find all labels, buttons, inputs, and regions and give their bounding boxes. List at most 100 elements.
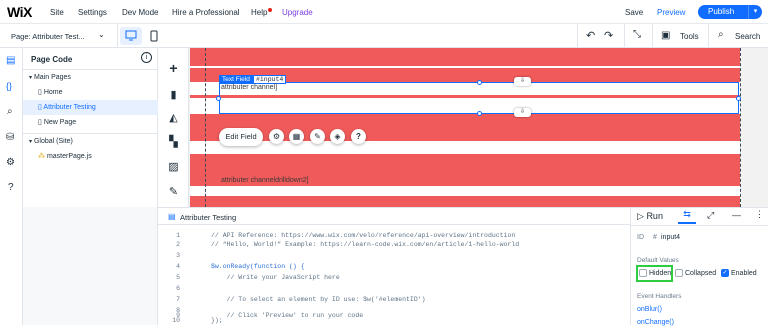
stretch-icon[interactable]: ⇩	[514, 108, 531, 117]
collapsed-checkbox[interactable]: Collapsed	[675, 269, 716, 277]
expand-icon[interactable]: ⤢	[707, 210, 714, 221]
global-site-header[interactable]: ▾ Global (Site)	[23, 134, 158, 149]
tools-icon[interactable]: ▣	[661, 30, 670, 41]
page-selector[interactable]: Page: Attributer Test...	[11, 32, 85, 41]
panel-title: Page Code	[31, 55, 73, 64]
resize-handle[interactable]	[216, 96, 221, 101]
connect-data-icon[interactable]: ◈	[330, 129, 345, 144]
design-icon[interactable]: ◭	[167, 112, 180, 125]
resize-handle[interactable]	[477, 111, 482, 116]
chevron-down-icon: ▾	[29, 75, 33, 81]
search-button[interactable]: Search	[735, 32, 760, 41]
code-line[interactable]: 5 // Write your JavaScript here	[158, 272, 630, 283]
publish-button[interactable]: Publish ▾	[698, 5, 762, 19]
minimize-icon[interactable]: —	[732, 210, 741, 220]
id-input[interactable]: input4	[661, 234, 680, 241]
enabled-checkbox[interactable]: ✓ Enabled	[721, 269, 757, 277]
selection-box[interactable]	[219, 82, 739, 114]
zoom-out-icon[interactable]: ⤡	[633, 29, 641, 40]
properties-tab-icon[interactable]: ⇆	[678, 209, 696, 224]
redo-icon[interactable]: ↷	[604, 29, 613, 42]
check-icon: ✓	[721, 269, 729, 277]
tools-button[interactable]: Tools	[680, 32, 699, 41]
run-button[interactable]: ▷ Run	[637, 211, 663, 222]
page-icon: ▯	[38, 119, 42, 126]
menu-dev-mode[interactable]: Dev Mode	[122, 8, 158, 17]
code-braces-icon[interactable]: {}	[6, 81, 12, 91]
main-pages-label: Main Pages	[33, 74, 71, 81]
line-number: 3	[176, 252, 180, 259]
info-icon[interactable]: i	[141, 52, 152, 63]
help-icon[interactable]: ?	[8, 182, 14, 193]
code-text: // “Hello, World!” Example: https://lear…	[211, 241, 520, 248]
apps-icon[interactable]: ▚	[167, 136, 180, 149]
page-item-home[interactable]: ▯ Home	[23, 85, 158, 100]
resize-handle[interactable]	[477, 80, 482, 85]
code-text: // To select an element by ID use: $w('#…	[211, 296, 426, 303]
edit-field-button[interactable]: Edit Field	[219, 128, 263, 146]
menu-help-label: Help	[251, 8, 268, 17]
packages-icon[interactable]: ⚙	[6, 157, 15, 168]
notification-dot	[268, 8, 273, 12]
top-bar: WiX Site Settings Dev Mode Hire a Profes…	[0, 0, 768, 24]
menu-upgrade[interactable]: Upgrade	[282, 8, 313, 17]
element-type-tag: Text Field	[219, 75, 253, 84]
canvas-strip	[190, 196, 740, 207]
code-line[interactable]: 7 // To select an element by ID use: $w(…	[158, 294, 630, 305]
main-pages-header[interactable]: ▾ Main Pages	[23, 70, 158, 85]
code-line[interactable]: 3	[158, 250, 630, 261]
code-line[interactable]: 2 // “Hello, World!” Example: https://lea…	[158, 239, 630, 250]
element-id-tag: #input4	[253, 75, 287, 84]
page-item-attributer-testing[interactable]: ▯ Attributer Testing	[23, 100, 158, 115]
chevron-down-icon[interactable]: ⌄	[98, 30, 105, 39]
settings-gear-icon[interactable]: ⚙	[269, 129, 284, 144]
menu-settings[interactable]: Settings	[78, 8, 107, 17]
page-label: Attributer Testing	[43, 104, 96, 111]
code-tab-title[interactable]: Attributer Testing	[180, 213, 236, 222]
page-item-new-page[interactable]: ▯ New Page	[23, 115, 158, 130]
event-handlers-label: Event Handlers	[637, 293, 682, 300]
desktop-view-button[interactable]	[120, 27, 142, 45]
save-button[interactable]: Save	[625, 8, 643, 17]
code-line[interactable]: 4 $w.onReady(function () {	[158, 261, 630, 272]
page-files-icon[interactable]: ▤	[6, 55, 15, 66]
chevron-down-icon[interactable]: ▾	[748, 5, 762, 19]
publish-label: Publish	[708, 7, 735, 16]
menu-help[interactable]: Help	[251, 8, 273, 17]
hidden-checkbox[interactable]: Hidden	[639, 269, 671, 277]
database-icon[interactable]: ⛁	[6, 132, 14, 143]
default-values-label: Default Values	[637, 257, 679, 264]
collapsed-label: Collapsed	[685, 269, 717, 277]
menu-hire-professional[interactable]: Hire a Professional	[172, 8, 240, 17]
js-file-icon: ⁂	[38, 153, 45, 160]
pen-icon[interactable]: ✎	[167, 186, 180, 199]
editor-toolbar: Page: Attributer Test... ⌄ ↶ ↷ ⤡ ▣ Tools…	[0, 24, 768, 48]
run-label: Run	[646, 211, 663, 221]
id-label: ID	[637, 234, 644, 241]
undo-icon[interactable]: ↶	[586, 29, 595, 42]
search-icon[interactable]: ⌕	[718, 29, 724, 40]
more-icon[interactable]: ⋮	[755, 209, 764, 220]
help-icon[interactable]: ?	[351, 129, 366, 144]
wix-logo[interactable]: WiX	[7, 4, 32, 20]
search-icon[interactable]: ⌕	[7, 106, 13, 117]
preview-button[interactable]: Preview	[657, 8, 685, 17]
file-item-masterpage[interactable]: ⁂ masterPage.js	[23, 149, 158, 164]
stretch-icon[interactable]: ⇩	[514, 77, 531, 86]
resize-handle[interactable]	[736, 96, 741, 101]
design-brush-icon[interactable]: ✎	[310, 129, 325, 144]
line-number: 7	[176, 296, 180, 303]
media-icon[interactable]: ▨	[167, 161, 180, 174]
code-line[interactable]: 10});	[158, 315, 630, 326]
layout-icon[interactable]: ▦	[289, 129, 304, 144]
pages-icon[interactable]: ▮	[167, 89, 180, 102]
code-line[interactable]: 6	[158, 283, 630, 294]
mobile-view-button[interactable]	[147, 27, 161, 45]
code-text: });	[211, 317, 223, 324]
js-file-icon: ▤	[168, 212, 176, 221]
add-element-icon[interactable]: +	[167, 61, 180, 75]
menu-site[interactable]: Site	[50, 8, 64, 17]
enabled-label: Enabled	[731, 269, 757, 277]
code-text: // Write your JavaScript here	[211, 274, 340, 281]
onblur-handler[interactable]: onBlur()	[637, 306, 662, 313]
